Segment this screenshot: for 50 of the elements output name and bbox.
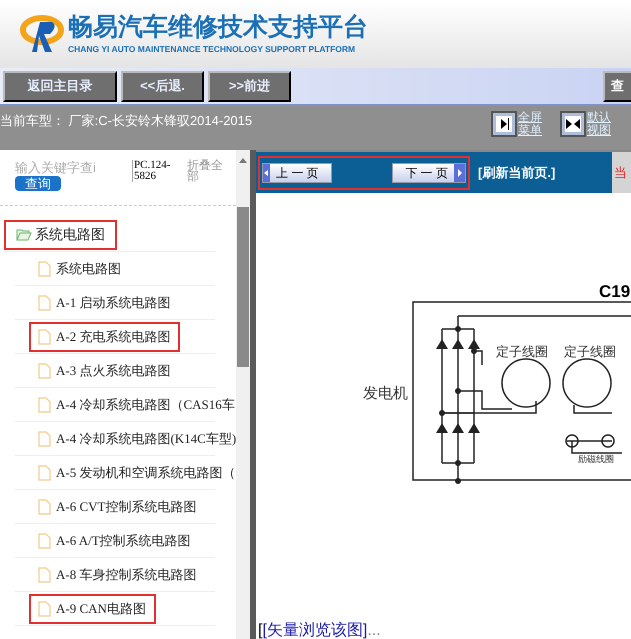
nav-button[interactable]: 返回主目录	[3, 70, 117, 102]
tree-item[interactable]: A-6 CVT控制系统电路图	[29, 492, 206, 522]
scrollbar[interactable]	[236, 150, 250, 639]
diagram-label: 励磁线圈	[578, 455, 614, 464]
diagram-title: C19	[599, 281, 630, 303]
nav-button[interactable]: >>前进	[208, 70, 291, 102]
tree-item[interactable]: A-1 启动系统电路图	[29, 288, 180, 318]
tree-folder[interactable]: 系统电路图	[4, 220, 117, 250]
split-arrows-icon[interactable]	[560, 111, 586, 137]
document-icon	[38, 328, 51, 344]
document-icon	[38, 566, 51, 582]
tree-item[interactable]: A-5 发动机和空调系统电路图（	[29, 458, 236, 488]
vehicle-info: 当前车型： 厂家:C-长安铃木锋驭2014-2015	[0, 112, 252, 130]
document-icon	[38, 430, 51, 446]
document-icon	[38, 498, 51, 514]
scroll-up-icon[interactable]	[239, 158, 247, 163]
tree-item[interactable]: A-3 点火系统电路图	[29, 356, 180, 386]
diagram-label: 定子线圈	[564, 345, 616, 358]
prev-page-button[interactable]: 上 一 页	[262, 162, 332, 182]
tree-item[interactable]: A-4 冷却系统电路图（CAS16车	[29, 390, 236, 420]
tree-item[interactable]: A-4 冷却系统电路图(K14C车型)	[29, 424, 236, 454]
open-folder-icon	[16, 228, 32, 241]
diagram-label: 定子线圈	[496, 345, 548, 358]
document-icon	[38, 396, 51, 412]
refresh-link[interactable]: [刷新当前页.]	[478, 162, 556, 182]
document-icon	[38, 532, 51, 548]
tree-item[interactable]: 系统电路图	[29, 254, 131, 284]
nav-button[interactable]: <<后退.	[121, 70, 204, 102]
status-text: 当	[614, 164, 627, 182]
tree-item[interactable]: A-2 充电系统电路图	[29, 322, 180, 352]
tree-item[interactable]: A-9 CAN电路图	[29, 594, 156, 624]
bracket-text: [	[258, 623, 262, 639]
vector-view-link[interactable]: [矢量浏览该图]	[262, 623, 368, 639]
tree-item[interactable]: A-8 车身控制系统电路图	[29, 560, 206, 590]
document-icon	[38, 294, 51, 310]
document-icon	[38, 260, 51, 276]
ellipsis-text: ...	[367, 623, 381, 639]
document-icon	[38, 600, 51, 616]
search-button[interactable]: 查询	[15, 176, 61, 192]
code-text: PC.124-5826	[132, 160, 182, 182]
document-icon	[38, 362, 51, 378]
scrollbar-thumb[interactable]	[237, 207, 249, 367]
tree-item[interactable]: A-6 A/T控制系统电路图	[29, 526, 201, 556]
document-icon	[38, 464, 51, 480]
diagram-label: 发电机	[363, 386, 408, 401]
next-page-button[interactable]: 下 一 页	[392, 162, 466, 182]
logo-icon	[18, 14, 64, 54]
site-subtitle: CHANG YI AUTO MAINTENANCE TECHNOLOGY SUPPORT PLATFORM	[68, 43, 356, 56]
site-title: 畅易汽车维修技术支持平台	[68, 12, 368, 43]
view-button[interactable]: 查	[603, 70, 631, 102]
